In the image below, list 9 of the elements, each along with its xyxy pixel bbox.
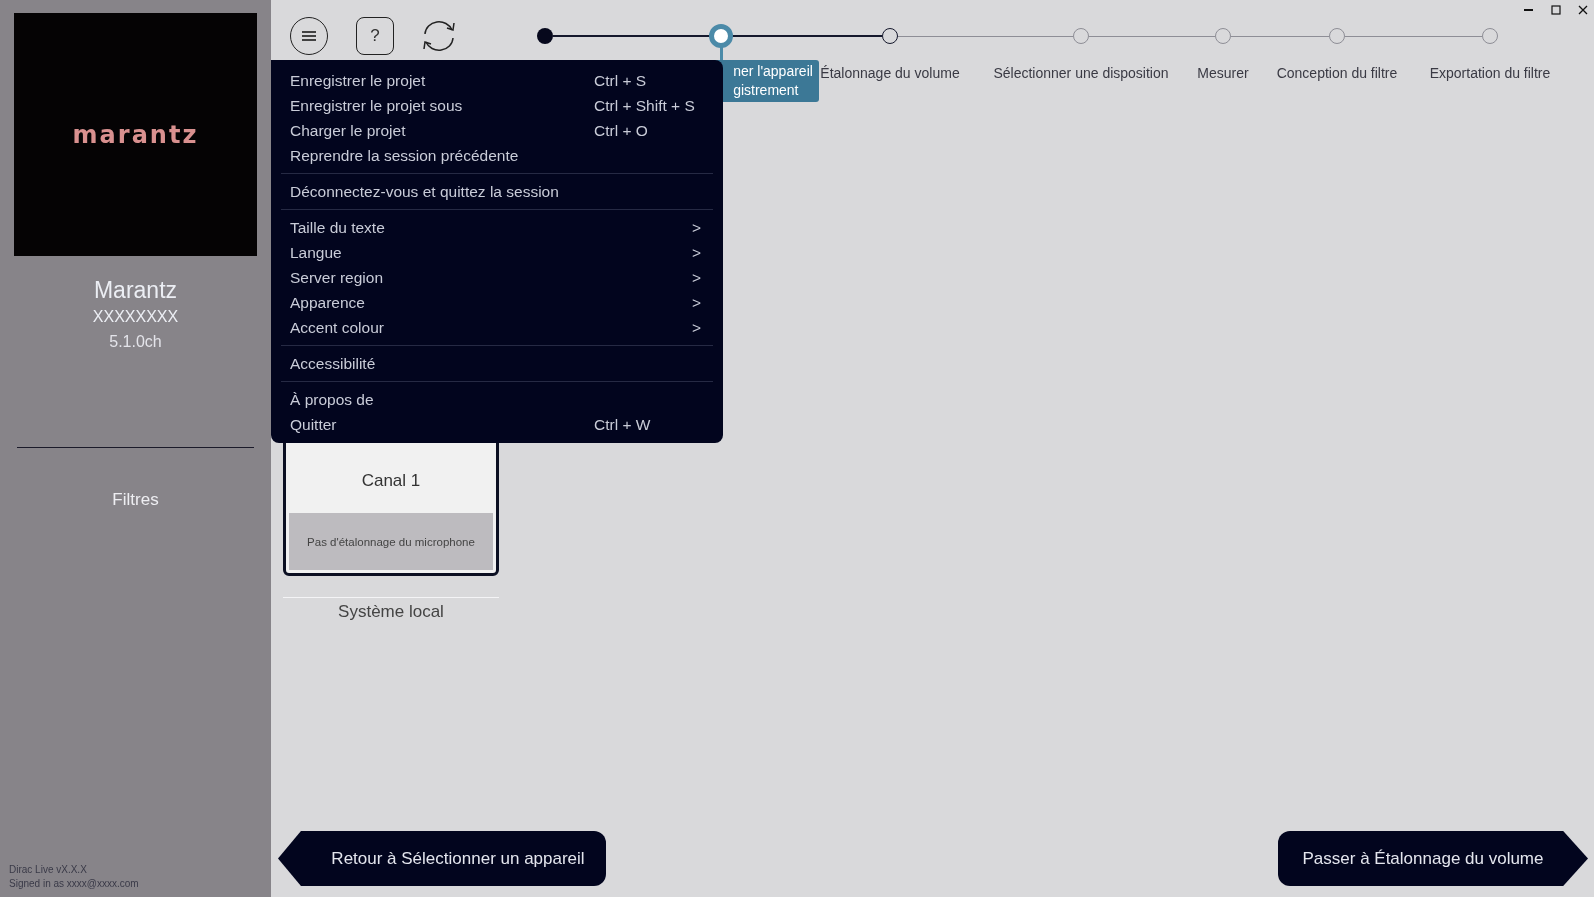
channel-label: Canal 1 [361, 471, 421, 491]
calibration-status: Pas d'étalonnage du microphone [289, 513, 493, 570]
group-label: Système local [338, 602, 444, 622]
device-name: Marantz [93, 277, 178, 304]
logo-text: marantz [72, 120, 199, 149]
footer-text: Dirac Live vX.X.X [9, 863, 87, 877]
device-model: XXXXXXXX [92, 308, 179, 326]
footer-text: Signed in as xxxx@xxxx.com [9, 877, 139, 891]
channel-config: 5.1.0ch [109, 333, 162, 351]
